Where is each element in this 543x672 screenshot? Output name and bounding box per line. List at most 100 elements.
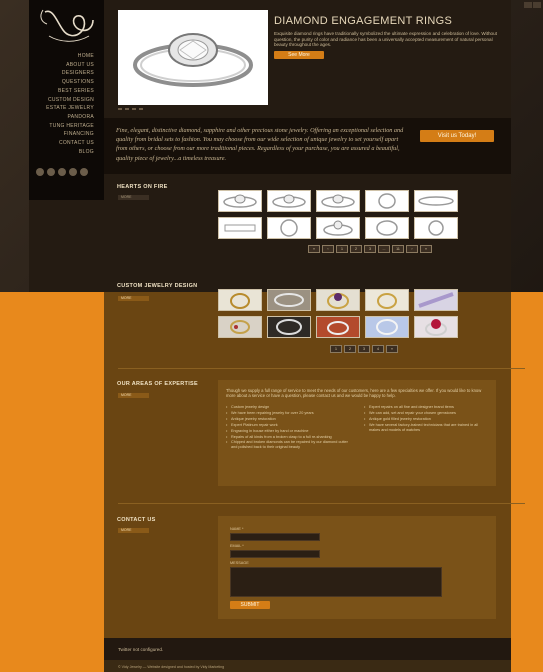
hearts-gallery (218, 190, 458, 239)
expertise-intro: Though we supply a full range of service… (226, 388, 482, 399)
sidebar: HOME ABOUT US DESIGNERS QUESTIONS BEST S… (29, 0, 104, 200)
pager-first[interactable]: « (308, 245, 320, 253)
pinterest-icon[interactable] (69, 168, 77, 176)
list-item: Antique gold filled jewelry restoration (364, 417, 488, 422)
nav-item-estate-jewelry[interactable]: ESTATE JEWELRY (29, 104, 104, 113)
nav-item-pandora[interactable]: PANDORA (29, 113, 104, 122)
nav-item-contact[interactable]: CONTACT US (29, 139, 104, 148)
message-label: MESSAGE (230, 561, 249, 565)
gallery-thumb[interactable] (267, 316, 311, 338)
nav-item-designers[interactable]: DESIGNERS (29, 69, 104, 78)
gallery-thumb[interactable] (414, 217, 458, 239)
nav-item-custom-design[interactable]: CUSTOM DESIGN (29, 96, 104, 105)
nav-item-financing[interactable]: FINANCING (29, 130, 104, 139)
logo-icon[interactable] (35, 6, 98, 46)
list-item: We have been repairing jewelry for over … (226, 411, 351, 416)
nav-item-blog[interactable]: BLOG (29, 148, 104, 157)
gallery-thumb[interactable] (267, 289, 311, 311)
section-divider (118, 503, 525, 504)
pager-next[interactable]: » (386, 345, 398, 353)
google-plus-icon[interactable] (58, 168, 66, 176)
pager-page[interactable]: 11 (392, 245, 404, 253)
slider-dot[interactable] (118, 108, 122, 110)
slider-dot[interactable] (125, 108, 129, 110)
list-item: Expert Platinum repair work (226, 423, 351, 428)
nav-item-about[interactable]: ABOUT US (29, 61, 104, 70)
nav-item-questions[interactable]: QUESTIONS (29, 78, 104, 87)
visit-us-button[interactable]: Visit us Today! (420, 130, 494, 142)
nav-item-best-series[interactable]: BEST SERIES (29, 87, 104, 96)
gallery-thumb[interactable] (218, 289, 262, 311)
gallery-thumb[interactable] (316, 217, 360, 239)
pager-page[interactable]: 4 (372, 345, 384, 353)
list-item: Expert repairs on all fine and designer … (364, 405, 488, 410)
intro-banner: Fine, elegant, distinctive diamond, sapp… (104, 118, 511, 174)
pager-last[interactable]: » (420, 245, 432, 253)
gallery-thumb[interactable] (316, 190, 360, 212)
hero-title: DIAMOND ENGAGEMENT RINGS (274, 15, 453, 27)
gallery-thumb[interactable] (365, 289, 409, 311)
slider-dot[interactable] (132, 108, 136, 110)
gallery-thumb[interactable] (218, 217, 262, 239)
hearts-more-button[interactable]: MORE (118, 195, 149, 200)
pager-page[interactable]: 2 (350, 245, 362, 253)
list-item: We can add, set and repair your chosen g… (364, 411, 488, 416)
facebook-icon[interactable] (524, 2, 532, 8)
pager-page[interactable]: 1 (336, 245, 348, 253)
rss-icon[interactable] (80, 168, 88, 176)
email-input[interactable] (230, 550, 320, 558)
section-divider (118, 368, 525, 369)
gallery-thumb[interactable] (316, 289, 360, 311)
facebook-icon[interactable] (36, 168, 44, 176)
pager-page[interactable]: 3 (358, 345, 370, 353)
hearts-pagination: « ‹ 1 2 3 ... 11 › » (308, 245, 432, 253)
slider-dot[interactable] (139, 108, 143, 110)
message-textarea[interactable] (230, 567, 442, 597)
pager-next[interactable]: › (406, 245, 418, 253)
name-input[interactable] (230, 533, 320, 541)
name-label: NAME * (230, 527, 244, 531)
submit-button[interactable]: SUBMIT (230, 601, 270, 609)
slider-dots (118, 108, 143, 110)
twitter-status: Twitter not configured. (118, 647, 164, 652)
hearts-on-fire-title: HEARTS ON FIRE (117, 184, 168, 190)
pager-page[interactable]: 3 (364, 245, 376, 253)
custom-more-button[interactable]: MORE (118, 296, 149, 301)
nav-item-home[interactable]: HOME (29, 52, 104, 61)
gallery-thumb[interactable] (414, 289, 458, 311)
intro-text: Fine, elegant, distinctive diamond, sapp… (116, 127, 404, 162)
hero-text: Exquisite diamond rings have traditional… (274, 31, 497, 48)
gallery-thumb[interactable] (414, 316, 458, 338)
custom-pagination: 1 2 3 4 » (330, 345, 398, 353)
gallery-thumb[interactable] (365, 217, 409, 239)
gallery-thumb[interactable] (267, 217, 311, 239)
list-item: Chipped and broken diamonds can be repai… (226, 440, 351, 450)
ring-icon (133, 33, 253, 87)
nav-item-heritage[interactable]: TUNG HERITAGE (29, 122, 104, 131)
pager-page[interactable]: 1 (330, 345, 342, 353)
gallery-thumb[interactable] (267, 190, 311, 212)
gallery-thumb[interactable] (414, 190, 458, 212)
gallery-thumb[interactable] (365, 316, 409, 338)
gallery-thumb[interactable] (218, 190, 262, 212)
twitter-icon[interactable] (47, 168, 55, 176)
see-more-button[interactable]: See More (274, 51, 324, 59)
contact-title: CONTACT US (117, 517, 156, 523)
twitter-icon[interactable] (533, 2, 541, 8)
contact-form: NAME * EMAIL * MESSAGE SUBMIT (218, 516, 496, 619)
pager-page[interactable]: 2 (344, 345, 356, 353)
expertise-list-right: Expert repairs on all fine and designer … (364, 405, 488, 434)
expertise-list-left: Custom jewelry design We have been repai… (226, 405, 351, 451)
gallery-thumb[interactable] (218, 316, 262, 338)
custom-gallery (218, 289, 458, 338)
gallery-thumb[interactable] (365, 190, 409, 212)
main-nav: HOME ABOUT US DESIGNERS QUESTIONS BEST S… (29, 52, 104, 156)
expertise-title: OUR AREAS OF EXPERTISE (117, 381, 198, 387)
site-container: HOME ABOUT US DESIGNERS QUESTIONS BEST S… (29, 0, 525, 672)
gallery-thumb[interactable] (316, 316, 360, 338)
hero-ring-image (118, 10, 268, 105)
contact-more-button[interactable]: MORE (118, 528, 149, 533)
pager-prev[interactable]: ‹ (322, 245, 334, 253)
expertise-more-button[interactable]: MORE (118, 393, 149, 398)
pager-ellipsis: ... (378, 245, 390, 253)
